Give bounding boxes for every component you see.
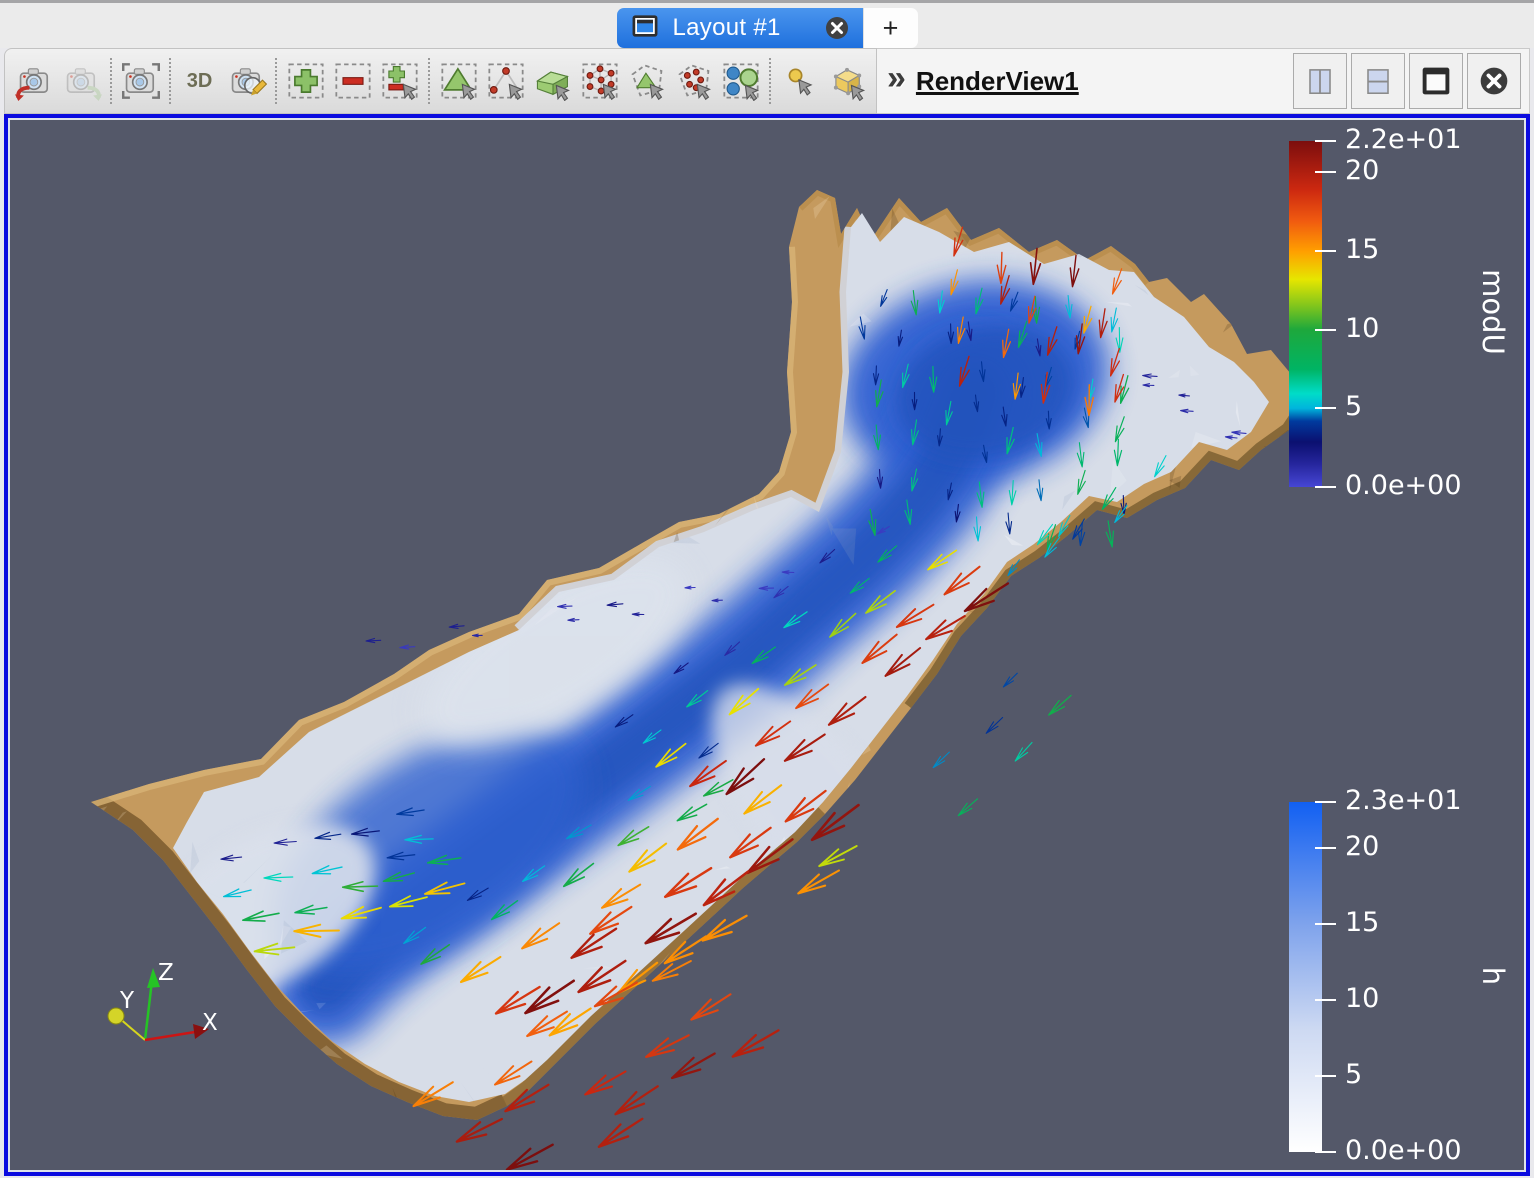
boxpoints-cursor-icon bbox=[580, 61, 620, 101]
select-points-on-button[interactable] bbox=[482, 55, 529, 107]
axis-y-label: Y bbox=[119, 988, 135, 1014]
layout-icon bbox=[629, 10, 661, 47]
cube-cursor-icon bbox=[827, 61, 867, 101]
split-vertical-button[interactable] bbox=[1351, 53, 1405, 109]
colorbar-tick bbox=[1315, 999, 1336, 1001]
zoom-out-button[interactable] bbox=[329, 55, 376, 107]
split-h-icon bbox=[1300, 61, 1340, 101]
circles-magnifier-icon bbox=[721, 61, 761, 101]
camera-selection-toolbar: 3D bbox=[4, 48, 877, 114]
colorbar-tick bbox=[1315, 923, 1336, 925]
split-v-icon bbox=[1358, 61, 1398, 101]
colorbar-tick bbox=[1315, 171, 1336, 173]
toolbar-separator bbox=[110, 58, 112, 104]
split-horizontal-button[interactable] bbox=[1293, 53, 1347, 109]
poly-points-cursor-icon bbox=[674, 61, 714, 101]
view-titlebar: » RenderView1 bbox=[877, 48, 1530, 114]
colorbar-tick-label: 20 bbox=[1345, 831, 1379, 862]
select-points-through-button[interactable] bbox=[576, 55, 623, 107]
toolbar-separator bbox=[275, 58, 277, 104]
select-cells-on-button[interactable] bbox=[435, 55, 482, 107]
close-view-button[interactable] bbox=[1467, 53, 1521, 109]
camera-capture-icon bbox=[121, 61, 161, 101]
zoom-in-button[interactable] bbox=[282, 55, 329, 107]
dot-cursor-icon bbox=[780, 61, 820, 101]
hover-points-button[interactable] bbox=[776, 55, 823, 107]
render-view-title: RenderView1 bbox=[916, 66, 1079, 97]
colorbar-tick-label: 0.0e+00 bbox=[1345, 1135, 1462, 1166]
3d-mode-label: 3D bbox=[187, 70, 213, 93]
select-points-polygon-button[interactable] bbox=[670, 55, 717, 107]
colorbar-tick bbox=[1315, 847, 1336, 849]
camera-redo-icon bbox=[62, 61, 102, 101]
layout-tab-bar: Layout #1 + bbox=[0, 3, 1534, 48]
camera-undo-button[interactable] bbox=[11, 55, 58, 107]
render-view-frame: ZYX2.2e+0120151050.0e+00modU2.3e+0120151… bbox=[4, 114, 1530, 1176]
toolbar-separator bbox=[169, 58, 171, 104]
select-cells-polygon-button[interactable] bbox=[623, 55, 670, 107]
toggle-2d3d-button[interactable]: 3D bbox=[176, 55, 223, 107]
colorbar-title-h: h bbox=[1476, 866, 1510, 1086]
prism-cursor-icon bbox=[533, 61, 573, 101]
camera-edit-icon bbox=[227, 61, 267, 101]
colorbar-tick-label: 5 bbox=[1345, 391, 1362, 422]
colorbar-title-modU: modU bbox=[1476, 202, 1510, 422]
maximize-view-button[interactable] bbox=[1409, 53, 1463, 109]
colorbar-tick-label: 2.3e+01 bbox=[1345, 785, 1462, 816]
colorbar-tick bbox=[1315, 801, 1336, 803]
new-tab-label: + bbox=[883, 13, 899, 44]
interactive-select-button[interactable] bbox=[717, 55, 764, 107]
colorbar-tick-label: 20 bbox=[1345, 155, 1379, 186]
select-cells-through-button[interactable] bbox=[529, 55, 576, 107]
colorbar-tick-label: 10 bbox=[1345, 313, 1379, 344]
colorbar-tick-label: 10 bbox=[1345, 983, 1379, 1014]
close-view-icon bbox=[1474, 61, 1514, 101]
render-toolbar: 3D » RenderView1 bbox=[4, 48, 1530, 114]
capture-screenshot-button[interactable] bbox=[117, 55, 164, 107]
tab-close-icon[interactable] bbox=[825, 16, 849, 40]
camera-redo-button[interactable] bbox=[58, 55, 105, 107]
colorbar-modU-ramp[interactable] bbox=[1289, 141, 1322, 487]
colorbar-tick bbox=[1315, 250, 1336, 252]
colorbar-tick bbox=[1315, 329, 1336, 331]
orientation-axes-widget[interactable]: ZY X bbox=[108, 960, 218, 1040]
camera-undo-icon bbox=[15, 61, 55, 101]
tab-label: Layout #1 bbox=[673, 14, 781, 42]
colorbar-tick-label: 2.2e+01 bbox=[1345, 124, 1462, 155]
colorbar-tick bbox=[1315, 140, 1336, 142]
toolbar-separator bbox=[769, 58, 771, 104]
view-layout-buttons bbox=[1293, 53, 1521, 109]
adjust-camera-button[interactable] bbox=[223, 55, 270, 107]
zoom-to-box-button[interactable] bbox=[376, 55, 423, 107]
colorbar-h-ramp[interactable] bbox=[1289, 802, 1322, 1152]
colorbar-tick-label: 0.0e+00 bbox=[1345, 470, 1462, 501]
axis-x-label: X bbox=[202, 1010, 218, 1036]
colorbar-tick-label: 15 bbox=[1345, 907, 1379, 938]
tab-layout-1[interactable]: Layout #1 bbox=[617, 8, 863, 48]
hover-cells-button[interactable] bbox=[823, 55, 870, 107]
box-plusminus-cursor-icon bbox=[380, 61, 420, 101]
colorbar-tick-label: 5 bbox=[1345, 1059, 1362, 1090]
poly-tri-cursor-icon bbox=[627, 61, 667, 101]
colorbar-tick bbox=[1315, 486, 1336, 488]
box-plus-icon bbox=[286, 61, 326, 101]
new-tab-button[interactable]: + bbox=[863, 8, 918, 48]
colorbar-tick bbox=[1315, 1075, 1336, 1077]
points-cursor-icon bbox=[486, 61, 526, 101]
colorbar-tick-label: 15 bbox=[1345, 234, 1379, 265]
axis-z-label: Z bbox=[158, 960, 174, 986]
box-minus-icon bbox=[333, 61, 373, 101]
toolbar-overflow-chevrons[interactable]: » bbox=[887, 59, 906, 98]
toolbar-separator bbox=[428, 58, 430, 104]
render-viewport[interactable]: ZYX2.2e+0120151050.0e+00modU2.3e+0120151… bbox=[10, 120, 1524, 1170]
maximize-icon bbox=[1416, 61, 1456, 101]
tri-cursor-icon bbox=[439, 61, 479, 101]
colorbar-tick bbox=[1315, 1151, 1336, 1153]
colorbar-tick bbox=[1315, 407, 1336, 409]
